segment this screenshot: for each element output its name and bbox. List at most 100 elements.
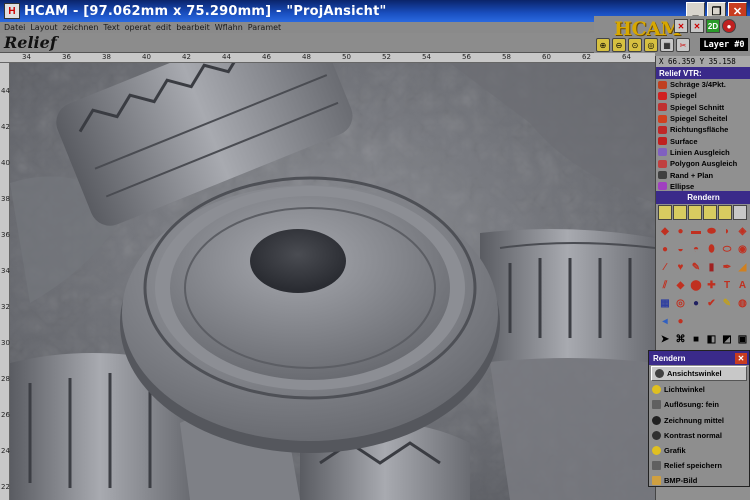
menu-text[interactable]: Text [103, 23, 119, 32]
menu-bearbeit[interactable]: bearbeit [176, 23, 210, 32]
popup-item-lichtwinkel[interactable]: Lichtwinkel [649, 382, 749, 397]
relief-tool-item[interactable]: Surface [656, 135, 750, 146]
ruler-tick: 44 [222, 53, 231, 61]
relief-cone-icon[interactable]: ◆ [658, 224, 672, 238]
popup-item-grafik[interactable]: Grafik [649, 443, 749, 458]
relief-drop-icon[interactable]: ◗ [720, 224, 734, 238]
light-icon [652, 385, 661, 395]
relief-tool-item[interactable]: Schräge 3/4Pkt. [656, 79, 750, 90]
relief-dome-icon[interactable]: ● [674, 224, 688, 238]
ruler-tick: 24 [1, 447, 10, 455]
text-tool-bold-icon[interactable]: A [736, 278, 750, 292]
contrast-icon [652, 430, 661, 440]
popup-item-ansichtswinkel[interactable]: Ansichtswinkel [651, 366, 747, 382]
cross-icon[interactable]: ✕ [674, 19, 688, 33]
frame-icon[interactable]: ▣ [736, 332, 750, 346]
layer-indicator[interactable]: Layer #0 [700, 38, 748, 51]
tool-icon [658, 91, 667, 100]
relief-plus-icon[interactable]: ✚ [705, 278, 719, 292]
relief-apple-icon[interactable]: ● [658, 242, 672, 256]
zoom-in-icon[interactable]: ⊕ [596, 38, 610, 52]
relief-feather-icon[interactable]: ✒ [720, 260, 734, 274]
popup-item-relief-speichern[interactable]: Relief speichern [649, 458, 749, 473]
coordinate-readout: X 66.359 Y 35.158 [656, 56, 750, 67]
popup-item-zeichnung[interactable]: Zeichnung mittel [649, 413, 749, 428]
menu-bar: Datei Layout zeichnen Text operat edit b… [0, 22, 612, 33]
tab-ruler-icon[interactable] [673, 205, 687, 220]
relief-target-icon[interactable]: ◎ [674, 296, 688, 310]
popup-item-kontrast[interactable]: Kontrast normal [649, 428, 749, 443]
relief-blob-icon[interactable]: ● [674, 314, 688, 328]
cut-icon[interactable]: ✂ [676, 38, 690, 52]
ruler-tick: 38 [102, 53, 111, 61]
relief-pill-icon[interactable]: ⬬ [705, 224, 719, 238]
ruler-tick: 34 [22, 53, 31, 61]
relief-canvas[interactable]: 34 36 38 40 42 44 46 48 50 52 54 56 58 6… [0, 53, 655, 500]
tab-pen-icon[interactable] [688, 205, 702, 220]
relief-clip-icon[interactable]: ◍ [736, 296, 750, 310]
zoom-fit-icon[interactable]: ⊙ [628, 38, 642, 52]
mode-2d-badge[interactable]: 2D [706, 19, 720, 33]
relief-render [10, 63, 655, 500]
menu-wflahn[interactable]: Wflahn [215, 23, 243, 32]
relief-cube-icon[interactable]: ◆ [674, 278, 688, 292]
eraser-icon[interactable]: ◩ [720, 332, 734, 346]
binoculars-icon[interactable]: ⌘ [674, 332, 688, 346]
cross-icon[interactable]: ✕ [690, 19, 704, 33]
relief-brush-icon[interactable]: ◢ [736, 260, 750, 274]
relief-bowl-icon[interactable]: ◒ [674, 242, 688, 256]
tab-image-icon[interactable] [718, 205, 732, 220]
relief-oval-icon[interactable]: ⬮ [705, 242, 719, 256]
relief-disc-icon[interactable]: ⬤ [689, 278, 703, 292]
popup-item-bmp-bild[interactable]: BMP-Bild [649, 473, 749, 488]
cube-icon[interactable]: ■ [689, 332, 703, 346]
menu-paramet[interactable]: Paramet [248, 23, 281, 32]
zoom-window-icon[interactable]: ◎ [644, 38, 658, 52]
menu-layout[interactable]: Layout [30, 23, 57, 32]
resolution-icon [652, 400, 661, 410]
relief-bar-icon[interactable]: ▬ [689, 224, 703, 238]
relief-tool-list: Relief VTR: Schräge 3/4Pkt. Spiegel Spie… [656, 67, 750, 192]
popup-item-aufloesung[interactable]: Auflösung: fein [649, 397, 749, 412]
menu-datei[interactable]: Datei [4, 23, 25, 32]
relief-ring-icon[interactable]: ◉ [736, 242, 750, 256]
record-icon[interactable]: ● [722, 19, 736, 33]
view-title: Relief [4, 33, 57, 52]
relief-coin-icon[interactable]: ● [689, 296, 703, 310]
text-tool-icon[interactable]: T [720, 278, 734, 292]
relief-lipstick-icon[interactable]: ▮ [705, 260, 719, 274]
relief-stick-icon[interactable]: ∕ [658, 260, 672, 274]
relief-tool-item[interactable]: Spiegel Scheitel [656, 113, 750, 124]
relief-cake-icon[interactable]: ◓ [689, 242, 703, 256]
relief-tool-item[interactable]: Spiegel [656, 90, 750, 101]
relief-fish-icon[interactable]: ◂ [658, 314, 672, 328]
popup-close-button[interactable]: ✕ [735, 352, 747, 364]
ruler-tick: 56 [462, 53, 471, 61]
relief-paint-icon[interactable]: ✎ [689, 260, 703, 274]
menu-zeichnen[interactable]: zeichnen [63, 23, 99, 32]
grid-icon[interactable]: ▦ [660, 38, 674, 52]
image-icon [652, 476, 661, 486]
tab-layers-icon[interactable] [703, 205, 717, 220]
relief-tool-item[interactable]: Spiegel Schnitt [656, 102, 750, 113]
relief-tool-item[interactable]: Richtungsfläche [656, 124, 750, 135]
relief-plate-icon[interactable]: ⬭ [720, 242, 734, 256]
relief-tool-item[interactable]: Rand + Plan [656, 169, 750, 180]
cursor-icon[interactable]: ➤ [658, 332, 672, 346]
relief-check-icon[interactable]: ✔ [705, 296, 719, 310]
relief-pencil-icon[interactable]: ✎ [720, 296, 734, 310]
layer-stack-icon[interactable]: ◧ [705, 332, 719, 346]
relief-tool-item[interactable]: Polygon Ausgleich [656, 158, 750, 169]
zoom-out-icon[interactable]: ⊖ [612, 38, 626, 52]
ruler-tick: 48 [302, 53, 311, 61]
relief-heart-icon[interactable]: ♥ [674, 260, 688, 274]
tab-folder-icon[interactable] [658, 205, 672, 220]
texture-grid-icon[interactable]: ▦ [658, 296, 672, 310]
relief-sticks-icon[interactable]: ⫽ [658, 278, 672, 292]
tab-blank-icon[interactable] [733, 205, 747, 220]
relief-gem-icon[interactable]: ◈ [736, 224, 750, 238]
menu-operat[interactable]: operat [125, 23, 151, 32]
relief-tool-item[interactable]: Linien Ausgleich [656, 147, 750, 158]
hcam-app-icon[interactable]: H [4, 3, 20, 19]
menu-edit[interactable]: edit [156, 23, 171, 32]
